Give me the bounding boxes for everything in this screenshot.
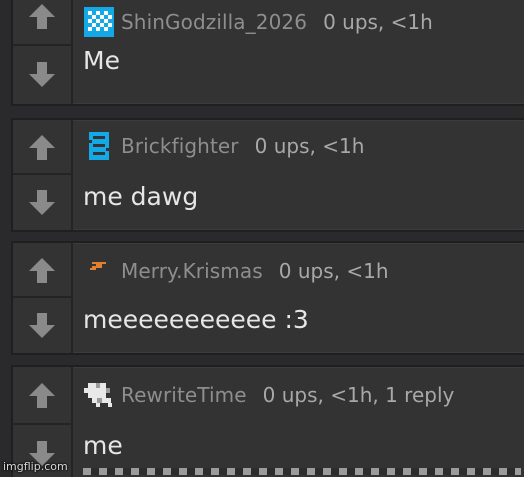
comment-text: me (83, 431, 123, 460)
blue-brick-avatar-icon (89, 132, 109, 160)
downvote-button[interactable] (13, 298, 71, 353)
vote-column (13, 120, 73, 230)
arrow-up-icon (29, 383, 55, 408)
arrow-down-icon (29, 189, 55, 215)
arrow-down-icon (29, 312, 55, 338)
comment-username[interactable]: RewriteTime (121, 383, 247, 407)
comment-card: RewriteTime 0 ups, <1h, 1 reply me (11, 365, 524, 477)
comment-text: me dawg (83, 182, 199, 211)
user-avatar[interactable] (79, 7, 119, 37)
user-avatar[interactable] (79, 131, 119, 161)
comment-thread: ShinGodzilla_2026 0 ups, <1h Me Brickfig… (0, 0, 524, 477)
arrow-down-icon (29, 62, 55, 87)
comment-card: ShinGodzilla_2026 0 ups, <1h Me (11, 0, 524, 106)
comment-username[interactable]: ShinGodzilla_2026 (121, 10, 307, 34)
comment-text: Me (83, 46, 120, 75)
upvote-button[interactable] (13, 367, 71, 425)
orange-pixel-avatar-icon (90, 262, 106, 270)
comment-meta: 0 ups, <1h (278, 259, 389, 283)
comment-card: Brickfighter 0 ups, <1h me dawg (11, 118, 524, 232)
upvote-button[interactable] (13, 0, 71, 46)
comment-username[interactable]: Merry.Krismas (121, 259, 263, 283)
comment-meta: 0 ups, <1h (323, 10, 433, 34)
user-avatar[interactable] (79, 380, 119, 410)
blue-pixel-avatar-icon (84, 7, 114, 37)
arrow-up-icon (29, 257, 55, 283)
comment-meta: 0 ups, <1h (254, 134, 365, 158)
white-pixel-avatar-icon (84, 383, 112, 407)
comment-card: Merry.Krismas 0 ups, <1h meeeeeeeeeee :3 (11, 241, 524, 355)
watermark: imgflip.com (3, 460, 68, 473)
downvote-button[interactable] (13, 46, 71, 104)
comment-username[interactable]: Brickfighter (121, 134, 239, 158)
arrow-up-icon (29, 134, 55, 160)
comment-text: meeeeeeeeeee :3 (83, 305, 309, 334)
vote-column (13, 0, 73, 104)
vote-column (13, 243, 73, 353)
downvote-button[interactable] (13, 175, 71, 230)
comment-meta: 0 ups, <1h, 1 reply (262, 383, 455, 407)
dashed-divider (83, 468, 521, 475)
arrow-up-icon (29, 4, 55, 29)
upvote-button[interactable] (13, 243, 71, 298)
user-avatar[interactable] (79, 256, 119, 286)
upvote-button[interactable] (13, 120, 71, 175)
